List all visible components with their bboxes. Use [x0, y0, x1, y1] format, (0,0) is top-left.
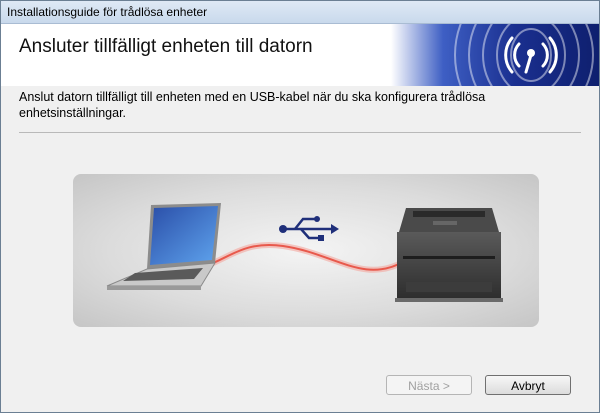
next-button[interactable]: Nästa > — [386, 375, 472, 395]
installer-window: Installationsguide för trådlösa enheter … — [0, 0, 600, 413]
printer-icon — [395, 208, 503, 302]
header-panel: Ansluter tillfälligt enheten till datorn — [1, 24, 599, 86]
title-bar: Installationsguide för trådlösa enheter — [1, 1, 599, 24]
wireless-banner — [391, 24, 599, 86]
instruction-text: Anslut datorn tillfälligt till enheten m… — [19, 90, 486, 120]
window-title: Installationsguide för trådlösa enheter — [7, 5, 208, 19]
cancel-button[interactable]: Avbryt — [485, 375, 571, 395]
divider — [19, 132, 581, 133]
connection-illustration — [73, 174, 539, 327]
page-title: Ansluter tillfälligt enheten till datorn — [19, 36, 313, 57]
